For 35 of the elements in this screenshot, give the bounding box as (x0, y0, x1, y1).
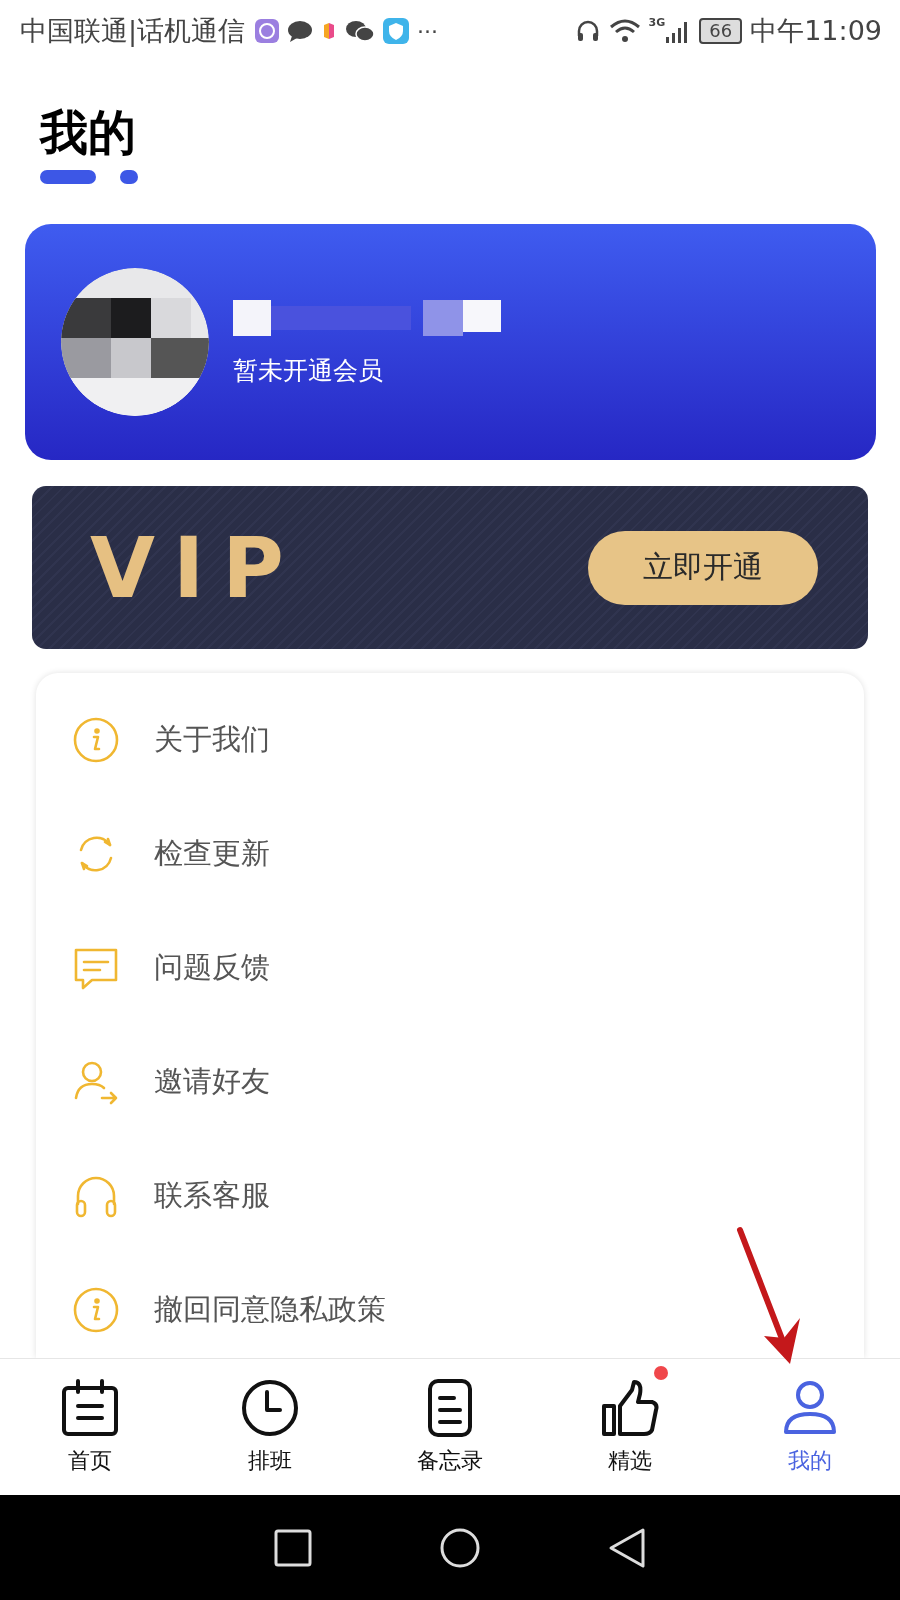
menu-item[interactable]: 联系客服 (154, 1176, 270, 1216)
info-icon (72, 1286, 120, 1334)
profile-card[interactable]: 暂未开通会员 (25, 224, 876, 460)
shield-icon (383, 18, 410, 44)
home-icon[interactable] (439, 1526, 481, 1569)
calendar-icon (60, 1378, 120, 1438)
clock-time: 中午11:09 (750, 14, 882, 48)
battery-level: 66 (699, 18, 743, 44)
more-notifications: ··· (417, 18, 439, 44)
menu-item[interactable]: 问题反馈 (154, 948, 270, 988)
menu-item[interactable]: 检查更新 (154, 834, 270, 874)
network-type: 3G (648, 16, 666, 29)
wechat-icon (345, 19, 376, 43)
chat-bubble-icon (287, 19, 314, 43)
tab-item[interactable]: 我的 (720, 1359, 900, 1495)
clock-icon (240, 1378, 300, 1438)
vip-logo: VIP (90, 518, 302, 617)
membership-status: 暂未开通会员 (233, 354, 384, 387)
thumbs-up-icon (600, 1378, 660, 1438)
wifi-icon (608, 18, 641, 44)
recents-icon[interactable] (273, 1527, 313, 1568)
back-icon[interactable] (607, 1526, 647, 1569)
app-icon (255, 19, 280, 43)
info-icon (72, 716, 120, 764)
page-title: 我的 (40, 103, 136, 162)
title-underline (40, 170, 96, 184)
carrier-name: 中国联通|话机通信 (20, 14, 246, 49)
menu-item[interactable]: 邀请好友 (154, 1062, 270, 1102)
menu-item[interactable]: 关于我们 (154, 720, 270, 760)
tab-item[interactable]: 首页 (0, 1359, 180, 1495)
tab-item[interactable]: 备忘录 (360, 1359, 540, 1495)
menu-item[interactable]: 撤回同意隐私政策 (154, 1290, 386, 1330)
tab-item[interactable]: 精选 (540, 1359, 720, 1495)
activate-button[interactable]: 立即开通 (588, 530, 818, 605)
tab-item[interactable]: 排班 (180, 1359, 360, 1495)
